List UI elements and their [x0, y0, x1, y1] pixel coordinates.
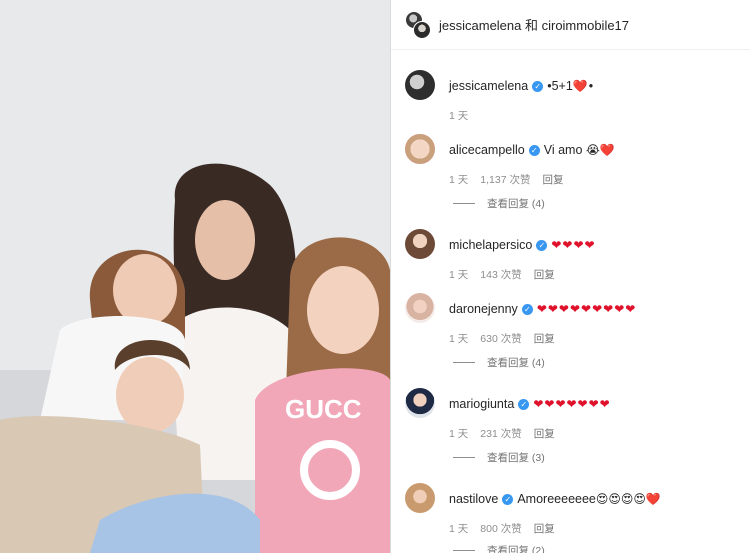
- view-replies-label: 查看回复 (2): [487, 545, 545, 553]
- divider: [453, 203, 475, 204]
- comment-text: Vi amo: [543, 143, 583, 157]
- avatar[interactable]: [405, 483, 435, 513]
- like-count[interactable]: 143 次赞: [480, 267, 521, 282]
- svg-text:GUCC: GUCC: [285, 394, 362, 424]
- comment-username[interactable]: mariogiunta: [449, 396, 514, 412]
- verified-badge-icon: ✓: [518, 398, 530, 410]
- comment-item: nastilove ✓ Amoreeeeeee 😍😍😍😍❤️ 1 天 800 次…: [405, 483, 661, 536]
- timestamp: 1 天: [449, 269, 469, 281]
- view-replies-label: 查看回复 (3): [487, 452, 545, 464]
- caption-trail: •: [588, 79, 594, 93]
- caption: jessicamelena ✓ •5+1 ❤️ • 1 天: [405, 70, 594, 123]
- view-replies-button[interactable]: 查看回复 (3): [453, 450, 545, 465]
- comment-text: Amoreeeeeee: [517, 492, 596, 506]
- view-replies-button[interactable]: 查看回复 (2): [453, 543, 545, 553]
- like-count[interactable]: 1,137 次赞: [480, 172, 530, 187]
- view-replies-label: 查看回复 (4): [487, 198, 545, 210]
- verified-badge-icon: ✓: [502, 493, 514, 505]
- comment-emoji: 😍😍😍😍❤️: [595, 492, 661, 506]
- comments-panel: jessicamelena 和 ciroimmobile17 jessicame…: [391, 0, 750, 553]
- comment-username[interactable]: michelapersico: [449, 237, 532, 253]
- reply-button[interactable]: 回复: [534, 267, 555, 282]
- avatar: [413, 20, 431, 39]
- family-photo-illustration: GUCC: [0, 0, 390, 553]
- avatar[interactable]: [405, 229, 435, 259]
- verified-badge-icon: ✓: [532, 80, 544, 92]
- comment-username[interactable]: nastilove: [449, 491, 498, 507]
- avatar[interactable]: [405, 388, 435, 418]
- timestamp: 1 天: [449, 110, 469, 122]
- comment-item: alicecampello ✓ Vi amo 😭❤️ 1 天 1,137 次赞 …: [405, 134, 615, 187]
- reply-button[interactable]: 回复: [542, 172, 563, 187]
- avatar[interactable]: [405, 134, 435, 164]
- view-replies-button[interactable]: 查看回复 (4): [453, 355, 545, 370]
- post-header: jessicamelena 和 ciroimmobile17: [391, 0, 750, 50]
- verified-badge-icon: ✓: [521, 303, 533, 315]
- like-count[interactable]: 800 次赞: [480, 521, 521, 536]
- comment-item: mariogiunta ✓ ❤❤❤❤❤❤❤ 1 天 231 次赞 回复: [405, 388, 611, 441]
- like-count[interactable]: 231 次赞: [480, 426, 521, 441]
- view-replies-button[interactable]: 查看回复 (4): [453, 196, 545, 211]
- comment-username[interactable]: daronejenny: [449, 301, 518, 317]
- divider: [453, 550, 475, 551]
- reply-button[interactable]: 回复: [534, 331, 555, 346]
- caption-text: •5+1: [547, 79, 573, 93]
- comment-item: michelapersico ✓ ❤❤❤❤ 1 天 143 次赞 回复: [405, 229, 596, 282]
- timestamp: 1 天: [449, 428, 469, 440]
- view-replies-label: 查看回复 (4): [487, 357, 545, 369]
- post-author-names[interactable]: jessicamelena 和 ciroimmobile17: [439, 15, 629, 34]
- heart-emoji: ❤️: [572, 79, 589, 93]
- divider: [453, 362, 475, 363]
- post-photo[interactable]: GUCC: [0, 0, 390, 553]
- like-count[interactable]: 630 次赞: [480, 331, 521, 346]
- comment-item: daronejenny ✓ ❤❤❤❤❤❤❤❤❤ 1 天 630 次赞 回复: [405, 293, 637, 346]
- comment-emoji: 😭❤️: [585, 143, 615, 157]
- avatar[interactable]: [405, 70, 435, 100]
- timestamp: 1 天: [449, 523, 469, 535]
- verified-badge-icon: ✓: [536, 239, 548, 251]
- verified-badge-icon: ✓: [528, 144, 540, 156]
- comment-emoji: ❤❤❤❤❤❤❤❤❤: [536, 302, 637, 316]
- comment-emoji: ❤❤❤❤: [551, 238, 596, 252]
- divider: [453, 457, 475, 458]
- reply-button[interactable]: 回复: [534, 521, 555, 536]
- reply-button[interactable]: 回复: [534, 426, 555, 441]
- comment-emoji: ❤❤❤❤❤❤❤: [533, 397, 611, 411]
- collab-avatars[interactable]: [405, 10, 431, 39]
- avatar[interactable]: [405, 293, 435, 323]
- comment-username[interactable]: alicecampello: [449, 142, 525, 158]
- timestamp: 1 天: [449, 174, 469, 186]
- timestamp: 1 天: [449, 333, 469, 345]
- caption-username[interactable]: jessicamelena: [449, 78, 528, 94]
